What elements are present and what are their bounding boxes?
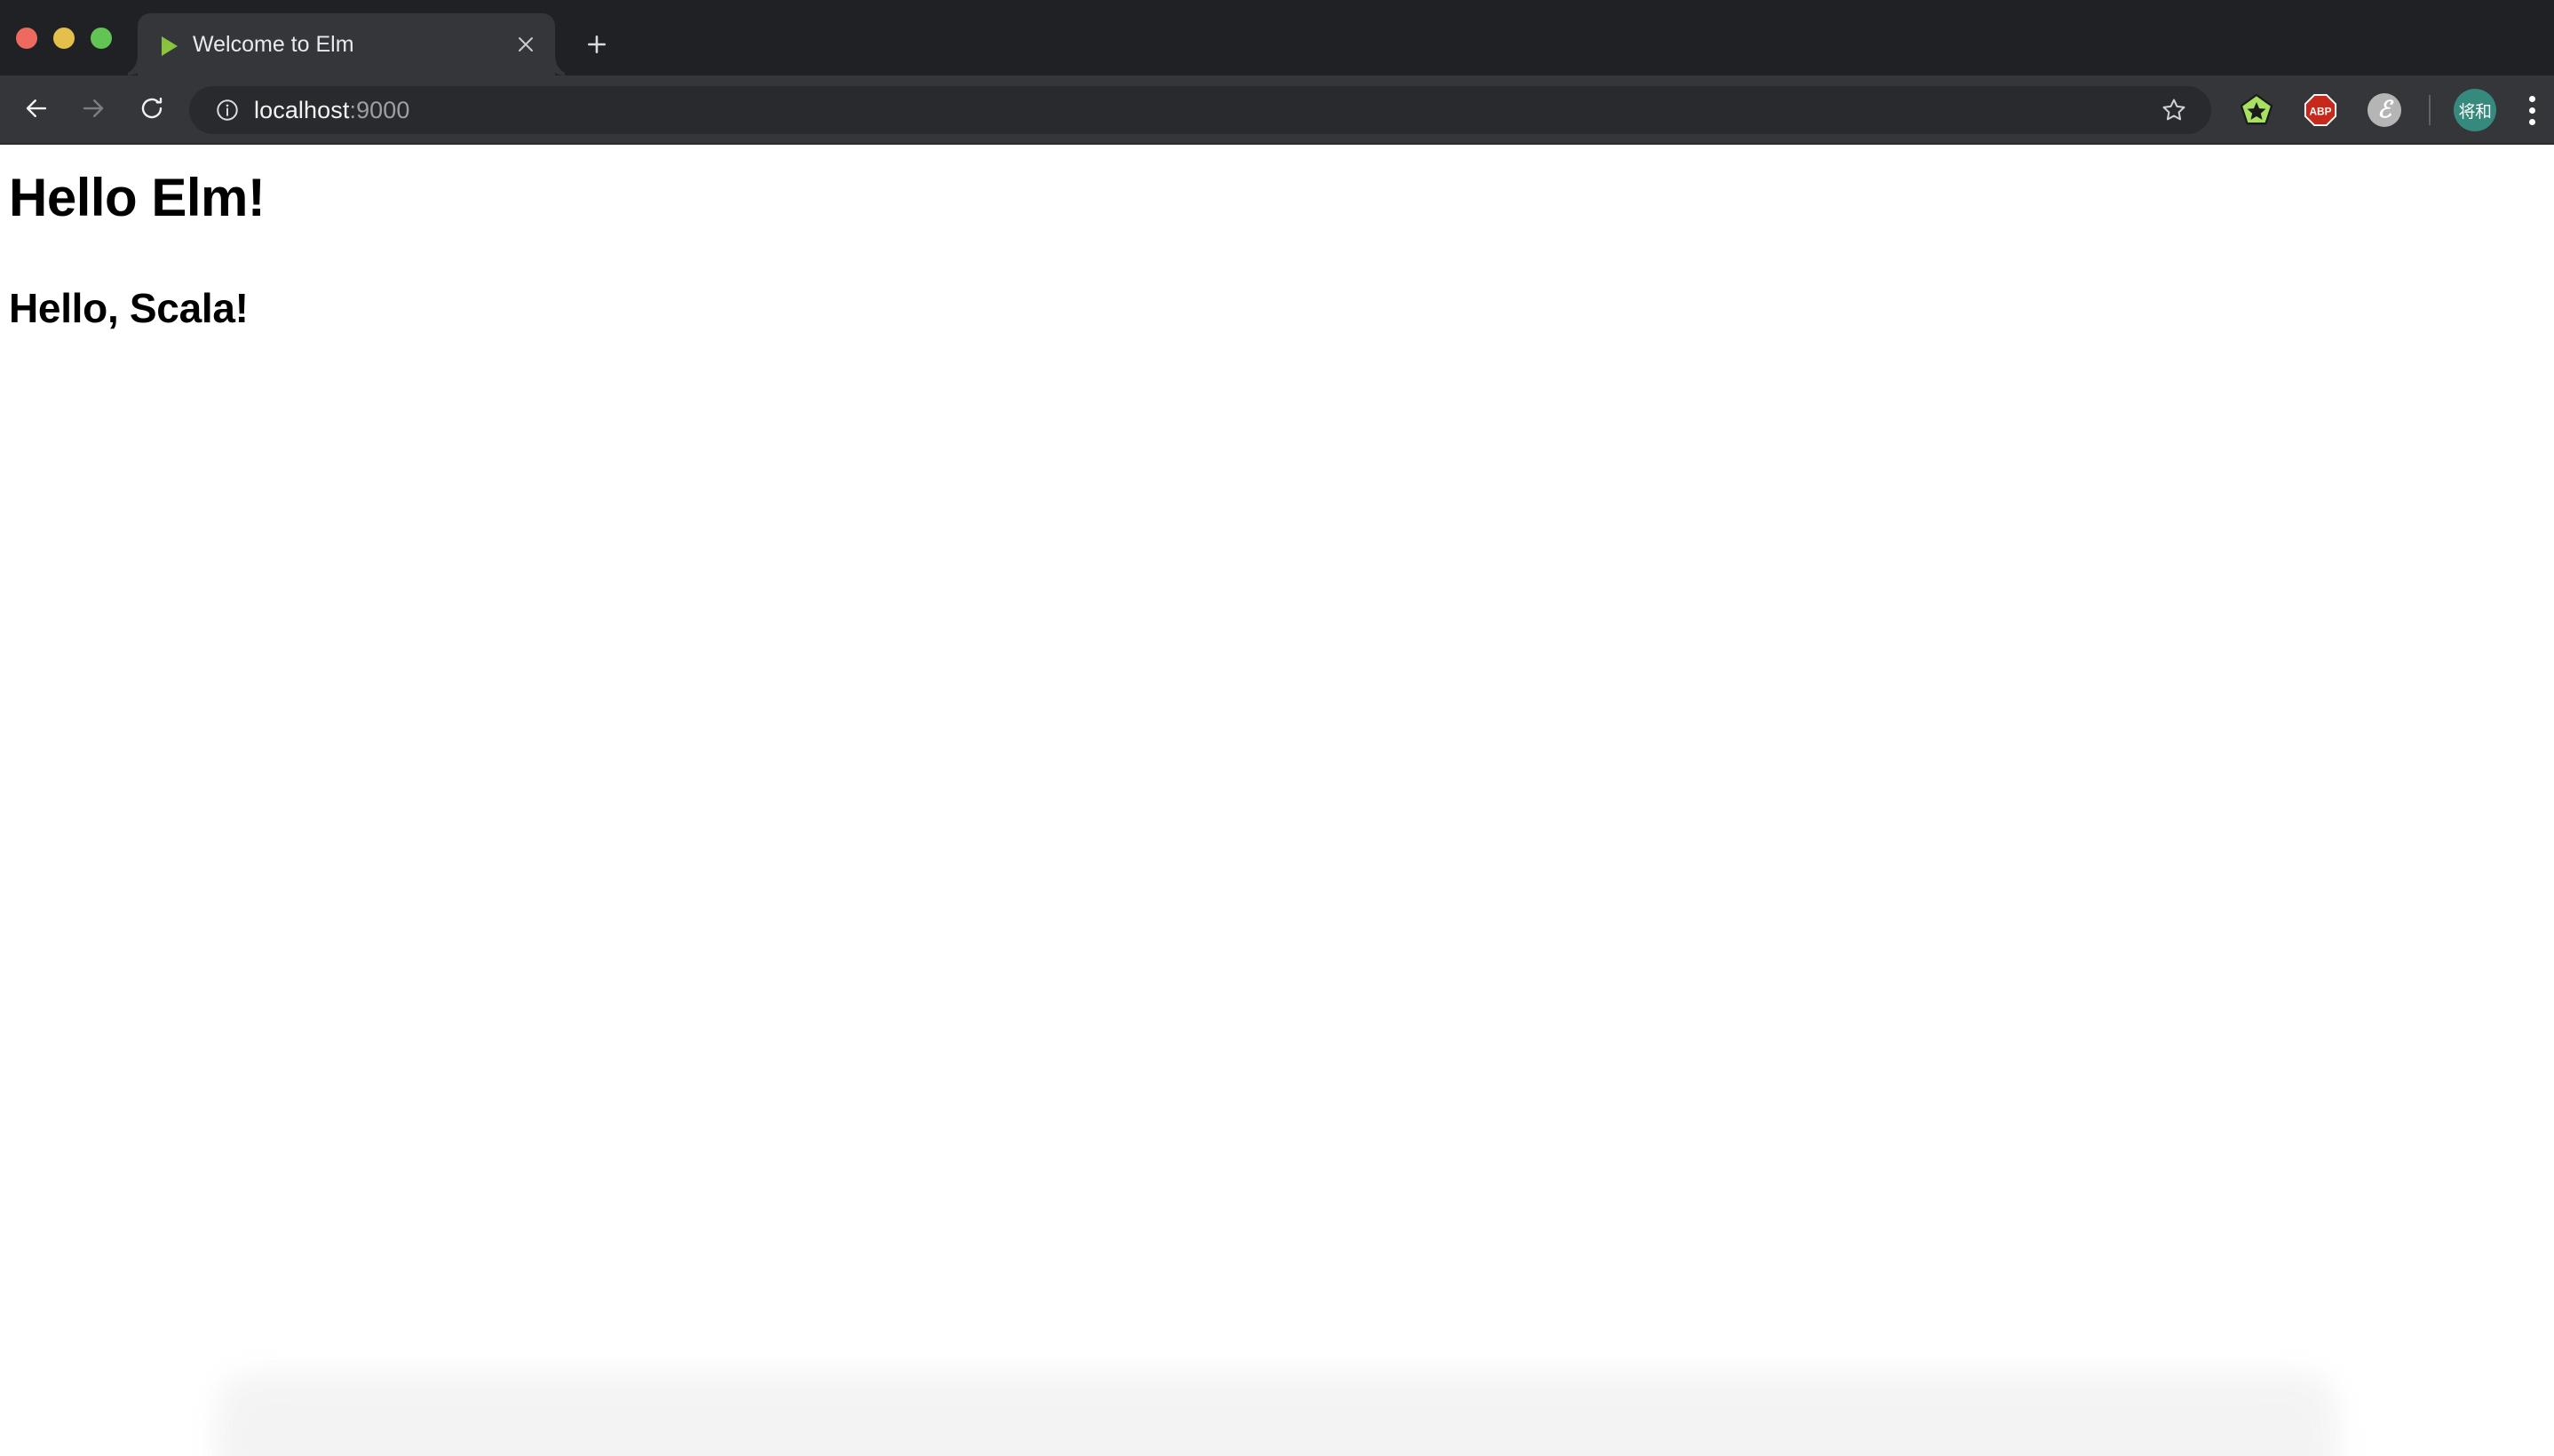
toolbar-actions: ABP ℰ 将和	[2225, 86, 2554, 134]
menu-dot	[2528, 107, 2535, 114]
back-button[interactable]	[14, 88, 59, 132]
address-bar[interactable]: localhost:9000	[189, 86, 2211, 134]
window-minimize-button[interactable]	[53, 27, 75, 49]
page-content: Hello Elm! Hello, Scala!	[0, 145, 2554, 1456]
adblock-plus-icon: ABP	[2304, 93, 2337, 127]
arrow-left-icon	[23, 95, 50, 126]
tab-welcome-to-elm[interactable]: Welcome to Elm	[138, 13, 555, 75]
close-icon[interactable]	[512, 31, 539, 58]
tab-title: Welcome to Elm	[193, 32, 354, 57]
menu-dot	[2528, 118, 2535, 125]
elm-logo-icon	[158, 35, 181, 58]
info-circle-icon[interactable]	[214, 97, 241, 123]
url-port: :9000	[349, 96, 410, 123]
url-input[interactable]: localhost:9000	[254, 97, 410, 124]
page-heading-secondary: Hello, Scala!	[9, 285, 249, 331]
forward-button[interactable]	[71, 88, 115, 132]
svg-text:ABP: ABP	[2309, 105, 2331, 117]
window-close-button[interactable]	[16, 27, 37, 49]
window-traffic-lights	[16, 0, 112, 75]
browser-toolbar: localhost:9000 ABP ℰ 将和	[0, 75, 2554, 145]
browser-window: Welcome to Elm localhost:9000 ABP ℰ 将和 H…	[0, 0, 2554, 1456]
menu-dot	[2528, 95, 2535, 102]
script-e-icon: ℰ	[2368, 93, 2401, 127]
extension-adblock-plus-button[interactable]: ABP	[2288, 86, 2352, 134]
reload-icon	[139, 95, 165, 126]
arrow-right-icon	[80, 95, 107, 126]
page-heading-primary: Hello Elm!	[9, 168, 266, 227]
new-tab-button[interactable]	[577, 25, 616, 64]
reload-button[interactable]	[130, 88, 174, 132]
toolbar-divider	[2429, 95, 2431, 125]
extension-evernote-button[interactable]: ℰ	[2352, 86, 2416, 134]
url-host: localhost	[254, 96, 350, 123]
pentagon-star-icon	[2240, 93, 2273, 125]
star-outline-icon[interactable]	[2156, 92, 2192, 128]
extension-green-pentagon-star-button[interactable]	[2225, 86, 2288, 134]
three-dot-menu-icon[interactable]	[2507, 86, 2554, 134]
window-maximize-button[interactable]	[91, 27, 112, 49]
profile-avatar-button[interactable]: 将和	[2443, 86, 2507, 134]
tab-strip: Welcome to Elm	[0, 0, 2554, 75]
avatar: 将和	[2454, 89, 2496, 131]
